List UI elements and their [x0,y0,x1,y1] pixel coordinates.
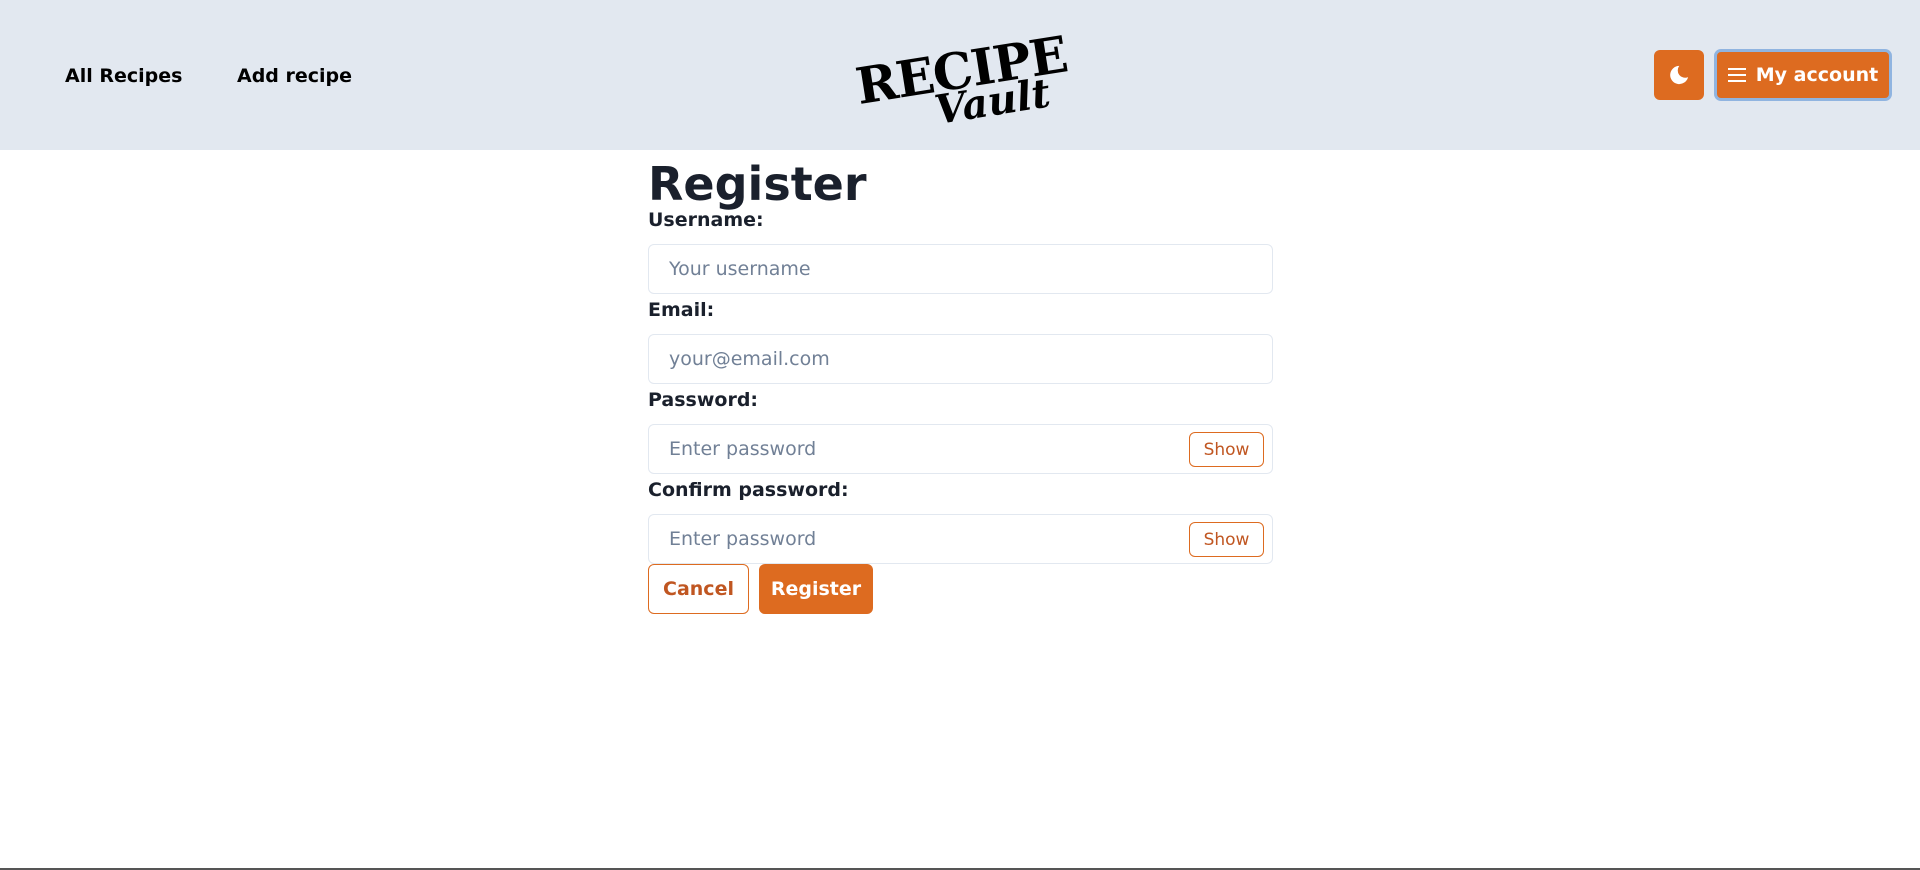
cancel-button[interactable]: Cancel [648,564,749,614]
my-account-label: My account [1755,64,1879,86]
site-header: All Recipes Add recipe RECIPE Vault My a… [0,0,1920,150]
page-title: Register [648,157,867,211]
password-label: Password: [648,389,759,411]
recipe-vault-logo[interactable]: RECIPE Vault [852,28,1068,124]
confirm-password-field-container: Show [648,514,1273,564]
nav-all-recipes-link[interactable]: All Recipes [65,63,182,89]
password-field-container: Show [648,424,1273,474]
email-input[interactable] [649,335,1272,383]
email-field-container [648,334,1273,384]
confirm-password-input[interactable] [649,515,1272,563]
theme-toggle-button[interactable] [1654,50,1704,100]
show-password-button[interactable]: Show [1189,432,1264,467]
username-label: Username: [648,209,764,231]
password-input[interactable] [649,425,1272,473]
register-button[interactable]: Register [759,564,873,614]
show-confirm-password-button[interactable]: Show [1189,522,1264,557]
email-label: Email: [648,299,715,321]
nav-add-recipe-link[interactable]: Add recipe [237,63,352,89]
my-account-button[interactable]: My account [1714,49,1892,101]
username-field-container [648,244,1273,294]
username-input[interactable] [649,245,1272,293]
menu-icon [1727,68,1746,82]
moon-icon [1670,65,1689,85]
confirm-password-label: Confirm password: [648,479,849,501]
